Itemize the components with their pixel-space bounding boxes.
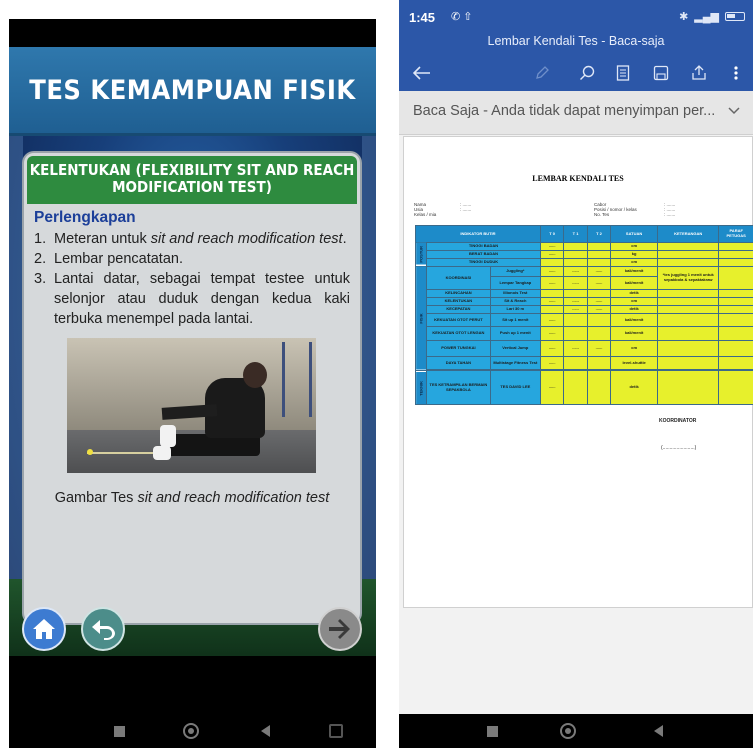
back-arrow-icon[interactable] (411, 62, 433, 84)
back-nav-icon[interactable] (654, 725, 663, 737)
doc-title: LEMBAR KENDALI TES (532, 174, 624, 183)
system-nav-bar (399, 714, 753, 748)
app-header: 1:45 ✆ ⇧ ✱ ▂▄▆ Lembar Kendali Tes - Baca… (399, 0, 753, 91)
list-text: Lantai datar, sebagai tempat testee untu… (54, 271, 350, 327)
list-number: 1. (34, 231, 47, 247)
list-text: Lembar pencatatan. (54, 251, 183, 267)
recents-icon[interactable] (114, 726, 125, 737)
card-body: Perlengkapan 1. Meteran untuk sit and re… (24, 204, 360, 508)
toolbar (399, 58, 753, 88)
save-icon[interactable] (650, 62, 672, 84)
signal-icon: ▂▄▆ (694, 11, 719, 23)
right-arrow-icon (329, 619, 350, 639)
control-sheet-table: INDIKATOR BUTIR T 0 T 1 T 2 SATUAN KETER… (415, 225, 753, 405)
image-caption: Gambar Tes sit and reach modification te… (54, 490, 330, 506)
document-page: LEMBAR KENDALI TES Nama Usia Kelas / mia… (403, 136, 753, 608)
search-icon[interactable] (576, 62, 598, 84)
list-number: 3. (34, 271, 47, 287)
system-nav-bar (9, 656, 376, 748)
read-only-banner[interactable]: Baca Saja - Anda tidak dapat menyimpan p… (399, 91, 753, 135)
home-nav-icon[interactable] (183, 723, 199, 739)
doc-meta-left: Nama Usia Kelas / mia (414, 202, 437, 217)
right-phone-screen: 1:45 ✆ ⇧ ✱ ▂▄▆ Lembar Kendali Tes - Baca… (399, 0, 753, 748)
home-nav-icon[interactable] (560, 723, 576, 739)
signature-line: (.......................) (661, 445, 697, 451)
bluetooth-icon: ✱ (679, 11, 689, 23)
back-arrow-icon (92, 620, 115, 640)
decor-stripe-left (9, 136, 23, 656)
reading-mode-icon[interactable] (612, 62, 634, 84)
notification-icon: ✆ ⇧ (451, 11, 473, 23)
list-item: 3. Lantai datar, sebagai tempat testee u… (34, 269, 350, 329)
home-button[interactable] (22, 607, 66, 651)
list-number: 2. (34, 251, 47, 267)
home-icon (33, 619, 55, 639)
next-button[interactable] (318, 607, 362, 651)
section-heading: Perlengkapan (34, 209, 136, 226)
coordinator-label: KOORDINATOR (659, 418, 697, 424)
left-phone-screen: TES KEMAMPUAN FISIK KELENTUKAN (FLEXIBIL… (9, 19, 376, 748)
back-button[interactable] (81, 607, 125, 651)
document-title: Lembar Kendali Tes - Baca-saja (487, 34, 665, 48)
app-title-bar: TES KEMAMPUAN FISIK (9, 47, 376, 136)
decor-stripe-right (362, 136, 376, 656)
banner-text: Baca Saja - Anda tidak dapat menyimpan p… (413, 103, 716, 119)
screenshot-icon[interactable] (329, 724, 343, 738)
status-icons: ✱ ▂▄▆ (679, 10, 745, 23)
sit-and-reach-photo (67, 338, 316, 473)
list-text: Meteran untuk sit and reach modification… (54, 231, 347, 247)
edit-pen-icon[interactable] (531, 62, 553, 84)
back-nav-icon[interactable] (261, 725, 270, 737)
doc-meta-right-fill: : ....... : ....... : ....... (664, 202, 676, 217)
doc-meta-right: Cabor Posisi / nomor / kelas No. Tes (594, 202, 637, 217)
doc-meta-left-fill: : ....... : ....... (460, 202, 472, 212)
content-card: KELENTUKAN (FLEXIBILITY SIT AND REACH MO… (22, 151, 362, 625)
status-time: 1:45 (409, 10, 436, 25)
list-item: 1. Meteran untuk sit and reach modificat… (34, 229, 350, 249)
battery-icon (725, 12, 745, 21)
status-bar (9, 19, 376, 47)
chevron-down-icon[interactable] (727, 103, 741, 117)
page-title: TES KEMAMPUAN FISIK (29, 74, 356, 106)
screenshot-pair: TES KEMAMPUAN FISIK KELENTUKAN (FLEXIBIL… (0, 0, 753, 748)
share-icon[interactable] (688, 62, 710, 84)
recents-icon[interactable] (487, 726, 498, 737)
card-title: KELENTUKAN (FLEXIBILITY SIT AND REACH MO… (27, 156, 357, 204)
more-options-icon[interactable] (725, 62, 747, 84)
list-item: 2. Lembar pencatatan. (34, 249, 350, 269)
